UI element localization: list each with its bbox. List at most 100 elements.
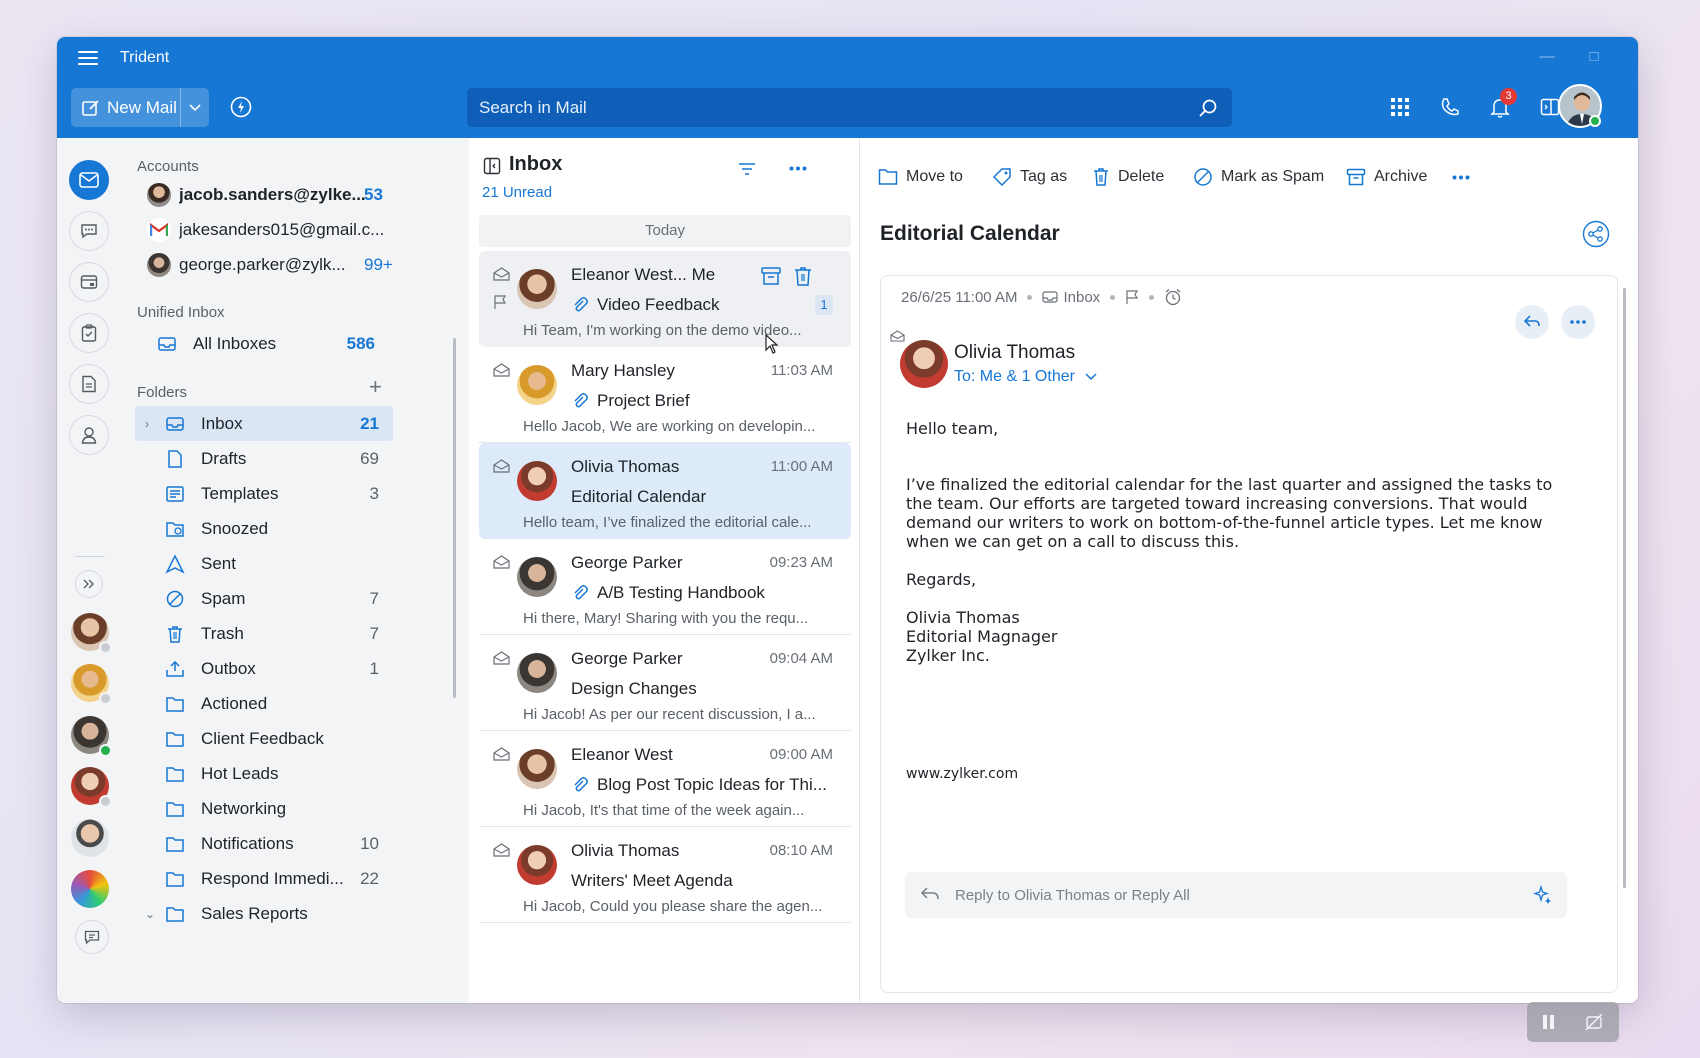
flag-icon[interactable] bbox=[1125, 289, 1139, 305]
new-mail-dropdown[interactable] bbox=[180, 88, 209, 127]
more-actions-button[interactable] bbox=[1452, 162, 1478, 192]
contact-avatar[interactable] bbox=[71, 613, 112, 654]
apps-grid-icon[interactable] bbox=[1387, 94, 1413, 120]
unread-count[interactable]: 21 Unread bbox=[482, 184, 552, 201]
folder-spam[interactable]: Spam 7 bbox=[135, 581, 393, 616]
tag-as-button[interactable]: Tag as bbox=[992, 162, 1067, 192]
folder-drafts[interactable]: Drafts 69 bbox=[135, 441, 393, 476]
maximize-icon[interactable]: □ bbox=[1580, 45, 1608, 69]
mail-app-button[interactable] bbox=[69, 160, 109, 200]
search-bar[interactable]: Search in Mail bbox=[467, 88, 1232, 127]
mail-item[interactable]: Olivia Thomas 08:10 AM Writers' Meet Age… bbox=[479, 827, 851, 923]
share-icon[interactable] bbox=[1582, 220, 1610, 248]
folder-outbox[interactable]: Outbox 1 bbox=[135, 651, 393, 686]
folder-notifications[interactable]: Notifications 10 bbox=[135, 826, 393, 861]
all-inboxes-item[interactable]: All Inboxes 586 bbox=[135, 326, 385, 361]
mail-item[interactable]: Eleanor West 09:00 AM Blog Post Topic Id… bbox=[479, 731, 851, 827]
quick-actions-icon[interactable] bbox=[229, 95, 253, 119]
quick-reply-box[interactable]: Reply to Olivia Thomas or Reply All bbox=[905, 872, 1567, 918]
calendar-app-button[interactable] bbox=[69, 262, 109, 302]
close-icon[interactable]: ✕ bbox=[1629, 45, 1638, 69]
reply-button[interactable] bbox=[1515, 305, 1549, 339]
contact-avatar[interactable] bbox=[71, 716, 112, 757]
move-to-button[interactable]: Move to bbox=[878, 162, 963, 192]
folder-sent[interactable]: Sent bbox=[135, 546, 393, 581]
mail-item-selected[interactable]: Olivia Thomas 11:00 AM Editorial Calenda… bbox=[479, 443, 851, 539]
folder-client-feedback[interactable]: Client Feedback bbox=[135, 721, 393, 756]
folder-hot-leads[interactable]: Hot Leads bbox=[135, 756, 393, 791]
folder-respond-immediately[interactable]: Respond Immedi... 22 bbox=[135, 861, 393, 896]
archive-button[interactable]: Archive bbox=[1346, 162, 1427, 192]
mail-item[interactable]: Mary Hansley 11:03 AM Project Brief Hell… bbox=[479, 347, 851, 443]
folder-templates[interactable]: Templates 3 bbox=[135, 476, 393, 511]
contact-avatar[interactable] bbox=[71, 819, 109, 857]
envelope-open-icon[interactable] bbox=[493, 651, 510, 665]
mail-item[interactable]: George Parker 09:04 AM Design Changes Hi… bbox=[479, 635, 851, 731]
account-unread-count: 53 bbox=[364, 185, 383, 204]
contact-avatar[interactable] bbox=[71, 664, 112, 705]
mark-as-spam-button[interactable]: Mark as Spam bbox=[1193, 162, 1324, 192]
minimize-icon[interactable]: — bbox=[1533, 45, 1561, 69]
folder-sales-reports[interactable]: ⌄ Sales Reports bbox=[135, 896, 393, 931]
sender-avatar[interactable] bbox=[900, 340, 948, 388]
message-more-button[interactable] bbox=[1561, 305, 1595, 339]
envelope-open-icon[interactable] bbox=[493, 555, 510, 569]
reading-pane-scrollbar[interactable] bbox=[1623, 288, 1626, 888]
contact-avatar[interactable] bbox=[71, 767, 112, 808]
account-item[interactable]: jacob.sanders@zylke... 53 bbox=[147, 180, 387, 210]
mail-subject: A/B Testing Handbook bbox=[571, 583, 765, 603]
folder-trash[interactable]: Trash 7 bbox=[135, 616, 393, 651]
folder-inbox[interactable]: › Inbox 21 bbox=[135, 406, 393, 441]
contacts-app-button[interactable] bbox=[69, 415, 109, 455]
envelope-open-icon[interactable] bbox=[493, 363, 510, 377]
reminder-alarm-icon[interactable] bbox=[1164, 288, 1182, 306]
folder-networking[interactable]: Networking bbox=[135, 791, 393, 826]
delete-icon[interactable] bbox=[792, 265, 814, 287]
menu-icon[interactable] bbox=[78, 51, 98, 67]
signature-title: Editorial Magnager bbox=[906, 627, 1058, 646]
signature-url[interactable]: www.zylker.com bbox=[906, 765, 1018, 784]
folder-pane-scrollbar[interactable] bbox=[453, 338, 456, 698]
envelope-open-icon[interactable] bbox=[493, 843, 510, 857]
chat-app-button[interactable] bbox=[69, 211, 109, 251]
folder-actioned[interactable]: Actioned bbox=[135, 686, 393, 721]
delete-button[interactable]: Delete bbox=[1092, 162, 1164, 192]
feedback-button[interactable] bbox=[75, 920, 109, 954]
envelope-open-icon[interactable] bbox=[493, 459, 510, 473]
notes-app-button[interactable] bbox=[69, 364, 109, 404]
tasks-app-button[interactable] bbox=[69, 313, 109, 353]
recording-controls[interactable] bbox=[1527, 1002, 1619, 1042]
ai-sparkle-icon[interactable] bbox=[1533, 885, 1553, 905]
search-icon[interactable] bbox=[1198, 98, 1218, 118]
folder-label: Client Feedback bbox=[201, 728, 324, 748]
envelope-open-icon[interactable] bbox=[493, 267, 510, 281]
recipients-toggle[interactable]: To: Me & 1 Other bbox=[954, 368, 1097, 386]
envelope-open-icon[interactable] bbox=[890, 330, 905, 342]
more-options-icon[interactable] bbox=[789, 166, 807, 171]
chevron-right-icon[interactable]: › bbox=[145, 417, 149, 431]
envelope-open-icon[interactable] bbox=[493, 747, 510, 761]
search-input[interactable]: Search in Mail bbox=[479, 98, 1198, 118]
expand-rail-button[interactable] bbox=[75, 570, 103, 598]
notifications-bell-icon[interactable]: 3 bbox=[1487, 88, 1517, 120]
add-folder-icon[interactable]: + bbox=[369, 374, 382, 400]
archive-icon[interactable] bbox=[760, 265, 782, 287]
filter-icon[interactable] bbox=[738, 162, 756, 176]
phone-icon[interactable] bbox=[1437, 94, 1463, 120]
folder-snoozed[interactable]: Snoozed bbox=[135, 511, 393, 546]
new-mail-button[interactable]: New Mail bbox=[71, 88, 180, 127]
collapse-pane-icon[interactable] bbox=[483, 157, 501, 175]
sender-name[interactable]: Olivia Thomas bbox=[954, 342, 1075, 364]
flag-icon[interactable] bbox=[493, 295, 508, 310]
mail-item[interactable]: Eleanor West... Me Video Feedback 1 Hi T… bbox=[479, 251, 851, 347]
account-item[interactable]: jakesanders015@gmail.c... bbox=[147, 215, 387, 245]
mail-subject: Editorial Calendar bbox=[571, 487, 706, 507]
chevron-down-icon[interactable]: ⌄ bbox=[145, 907, 155, 921]
contact-avatar[interactable] bbox=[71, 870, 109, 908]
account-item[interactable]: george.parker@zylk... 99+ bbox=[147, 250, 393, 280]
message-folder[interactable]: Inbox bbox=[1042, 289, 1100, 306]
pause-icon[interactable] bbox=[1542, 1015, 1554, 1029]
mail-item[interactable]: George Parker 09:23 AM A/B Testing Handb… bbox=[479, 539, 851, 635]
folder-label: Templates bbox=[201, 483, 279, 503]
stop-recording-icon[interactable] bbox=[1585, 1013, 1603, 1031]
